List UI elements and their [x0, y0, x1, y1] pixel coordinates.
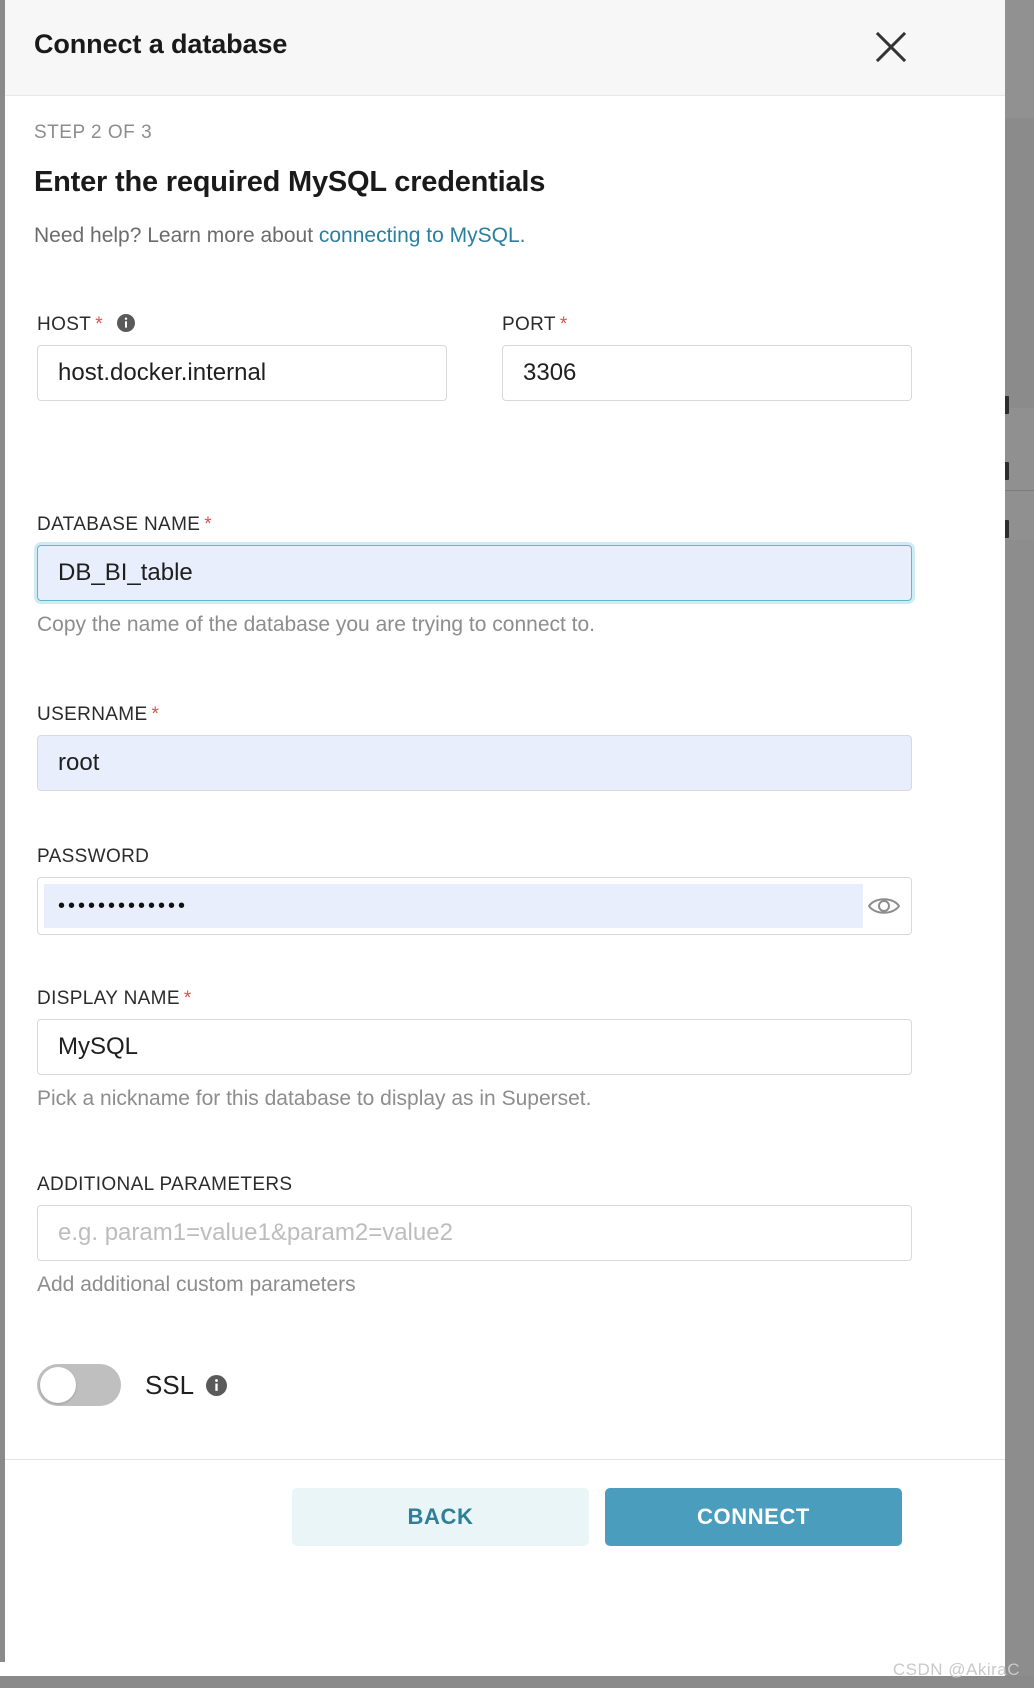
additional-parameters-helper: Add additional custom parameters	[37, 1273, 356, 1296]
port-required-marker: *	[559, 314, 568, 335]
additional-parameters-label-text: ADDITIONAL PARAMETERS	[37, 1174, 293, 1195]
close-icon[interactable]	[872, 28, 910, 66]
modal-header: Connect a database	[5, 0, 1005, 96]
display-name-required-marker: *	[183, 988, 192, 1009]
port-label-text: PORT	[502, 314, 556, 335]
password-input-wrapper[interactable]: •••••••••••••	[37, 877, 912, 935]
password-input[interactable]: •••••••••••••	[44, 884, 863, 928]
modal-body: STEP 2 OF 3 Enter the required MySQL cre…	[5, 96, 1005, 1459]
database-name-label: DATABASE NAME *	[37, 514, 912, 536]
database-name-helper: Copy the name of the database you are tr…	[37, 613, 596, 636]
additional-parameters-label: ADDITIONAL PARAMETERS	[37, 1174, 912, 1196]
help-line: Need help? Learn more about connecting t…	[34, 224, 525, 248]
password-label-text: PASSWORD	[37, 846, 150, 867]
watermark: CSDN @AkiraC	[892, 1660, 1020, 1679]
display-name-helper: Pick a nickname for this database to dis…	[37, 1087, 592, 1110]
page-root: Connect a database STEP 2 OF 3 Enter the…	[0, 0, 1034, 1688]
field-database-name: DATABASE NAME* Copy the name of the data…	[37, 514, 912, 637]
display-name-label-text: DISPLAY NAME	[37, 988, 180, 1009]
info-circle-icon[interactable]	[206, 1374, 228, 1396]
modal-footer: BACK CONNECT	[5, 1459, 1005, 1662]
bottom-white-strip	[0, 1662, 1005, 1676]
backdrop-divider	[1005, 490, 1034, 491]
host-input[interactable]	[37, 345, 447, 401]
username-label-text: USERNAME	[37, 704, 148, 725]
database-name-required-marker: *	[204, 514, 213, 535]
ssl-label: SSL	[145, 1369, 195, 1400]
field-display-name: DISPLAY NAME* Pick a nickname for this d…	[37, 988, 912, 1111]
display-name-label: DISPLAY NAME *	[37, 988, 912, 1010]
field-additional-parameters: ADDITIONAL PARAMETERS Add additional cus…	[37, 1174, 912, 1297]
username-input[interactable]	[37, 735, 912, 791]
page-title: Enter the required MySQL credentials	[34, 166, 546, 198]
backdrop-band	[1005, 0, 1034, 118]
field-username: USERNAME *	[37, 704, 912, 791]
additional-parameters-input[interactable]	[37, 1205, 912, 1261]
username-required-marker: *	[151, 704, 160, 725]
backdrop-band	[1005, 118, 1034, 408]
connecting-to-mysql-link[interactable]: connecting to MySQL.	[319, 224, 526, 247]
modal-backdrop[interactable]	[1004, 0, 1034, 1688]
backdrop-band	[1005, 540, 1034, 1688]
password-label: PASSWORD	[37, 846, 912, 868]
eye-icon[interactable]	[863, 885, 905, 927]
connect-button[interactable]: CONNECT	[605, 1488, 902, 1546]
ssl-toggle[interactable]	[37, 1364, 121, 1406]
info-circle-icon[interactable]	[116, 314, 135, 332]
field-port: PORT *	[502, 314, 912, 401]
username-label: USERNAME *	[37, 704, 912, 726]
database-name-label-text: DATABASE NAME	[37, 514, 201, 535]
port-input[interactable]	[502, 345, 912, 401]
bottom-backdrop-strip	[0, 1676, 1034, 1688]
ssl-toggle-knob	[40, 1367, 76, 1403]
step-indicator: STEP 2 OF 3	[34, 122, 153, 143]
field-password: PASSWORD •••••••••••••	[37, 846, 912, 935]
host-required-marker: *	[95, 314, 103, 335]
database-name-input[interactable]	[37, 545, 912, 601]
port-label: PORT *	[502, 314, 912, 336]
host-label-text: HOST	[37, 314, 92, 335]
connect-database-modal: Connect a database STEP 2 OF 3 Enter the…	[0, 0, 1005, 1662]
modal-title: Connect a database	[34, 29, 288, 59]
display-name-input[interactable]	[37, 1019, 912, 1075]
ssl-row: SSL	[37, 1364, 228, 1406]
host-label: HOST *	[37, 314, 447, 336]
help-line-prefix: Need help? Learn more about	[34, 224, 319, 247]
back-button[interactable]: BACK	[292, 1488, 589, 1546]
field-host: HOST *	[37, 314, 447, 401]
